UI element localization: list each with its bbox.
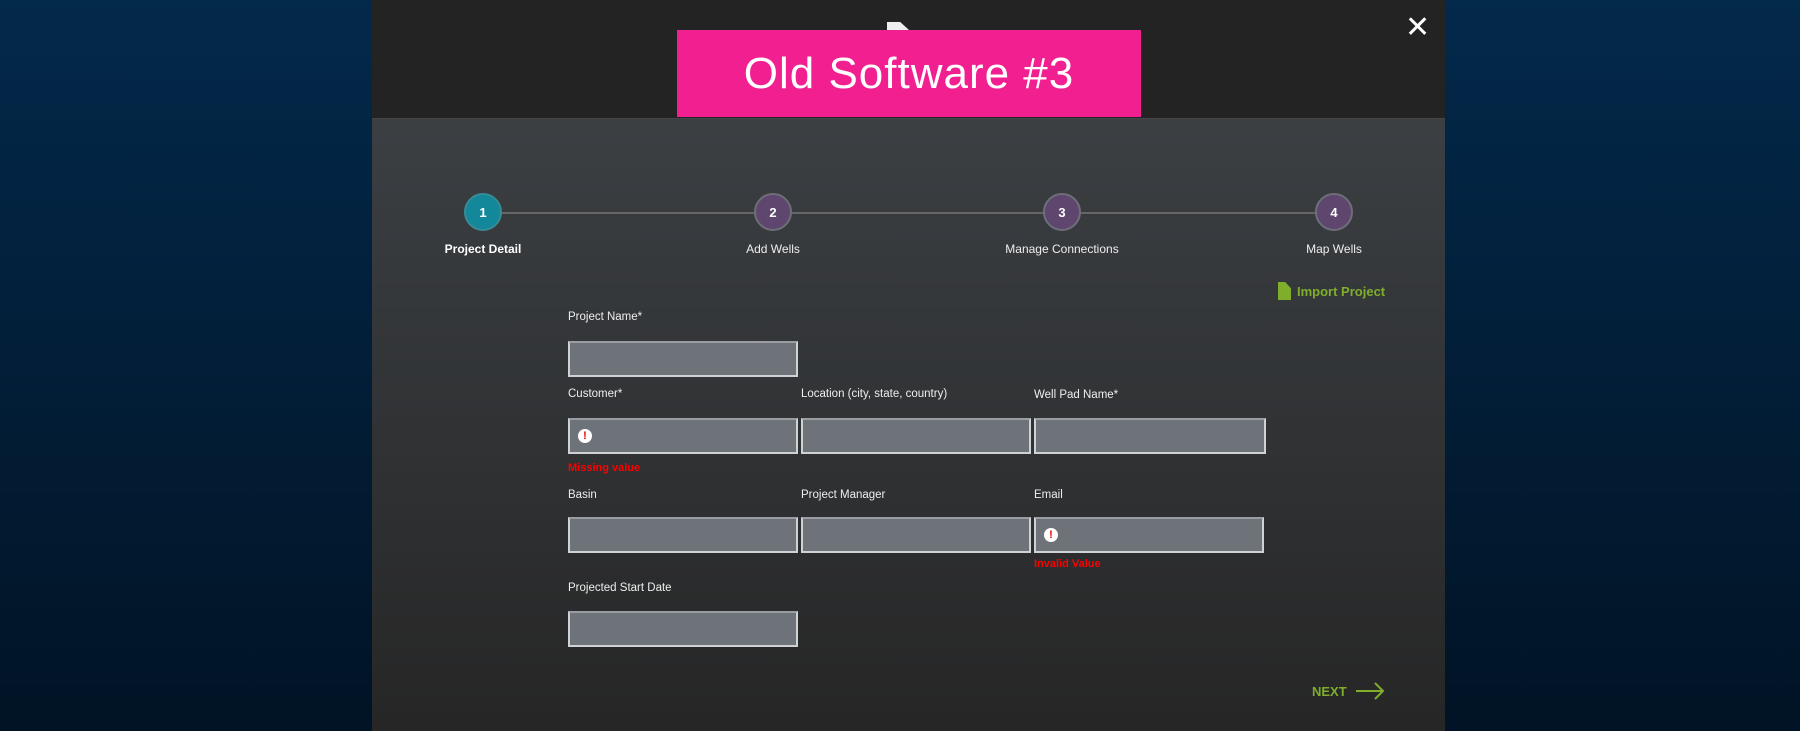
start-date-input[interactable]: [568, 611, 798, 647]
import-project-button[interactable]: Import Project: [1278, 282, 1385, 300]
basin-input[interactable]: [568, 517, 798, 553]
error-icon: !: [578, 429, 592, 443]
start-date-label: Projected Start Date: [568, 582, 672, 594]
step-2[interactable]: 2: [754, 193, 792, 231]
well-pad-name-label: Well Pad Name*: [1034, 389, 1119, 401]
project-name-input[interactable]: [568, 341, 798, 377]
step-label-manage-connections: Manage Connections: [1005, 242, 1119, 256]
step-label-map-wells: Map Wells: [1306, 242, 1362, 256]
project-name-label: Project Name*: [568, 311, 643, 323]
create-project-dialog: Old Software #3 ✕ 1 2 3 4 Project Detail…: [372, 0, 1445, 731]
next-button[interactable]: NEXT: [1312, 682, 1385, 700]
location-label: Location (city, state, country): [801, 388, 948, 400]
project-manager-label: Project Manager: [801, 489, 886, 501]
error-icon: !: [1044, 528, 1058, 542]
stepper-line: [483, 212, 1334, 214]
import-project-label: Import Project: [1297, 283, 1386, 299]
customer-error: Missing value: [568, 462, 641, 474]
location-input[interactable]: [801, 418, 1031, 454]
well-pad-name-input[interactable]: [1034, 418, 1266, 454]
step-3[interactable]: 3: [1043, 193, 1081, 231]
email-label: Email: [1034, 489, 1063, 501]
email-input[interactable]: !: [1034, 517, 1264, 553]
arrow-right-icon: [1355, 682, 1385, 700]
customer-input[interactable]: !: [568, 418, 798, 454]
title-banner: Old Software #3: [677, 30, 1141, 117]
step-label-add-wells: Add Wells: [746, 242, 800, 256]
customer-label: Customer*: [568, 388, 623, 400]
next-label: NEXT: [1312, 683, 1347, 699]
dialog-header: Old Software #3 ✕: [372, 0, 1445, 119]
step-label-project-detail: Project Detail: [444, 242, 522, 256]
step-1[interactable]: 1: [464, 193, 502, 231]
close-icon[interactable]: ✕: [1405, 10, 1430, 45]
import-file-icon: [1278, 282, 1291, 300]
project-manager-input[interactable]: [801, 517, 1031, 553]
email-error: Invalid Value: [1034, 558, 1101, 570]
basin-label: Basin: [568, 489, 597, 501]
step-4[interactable]: 4: [1315, 193, 1353, 231]
